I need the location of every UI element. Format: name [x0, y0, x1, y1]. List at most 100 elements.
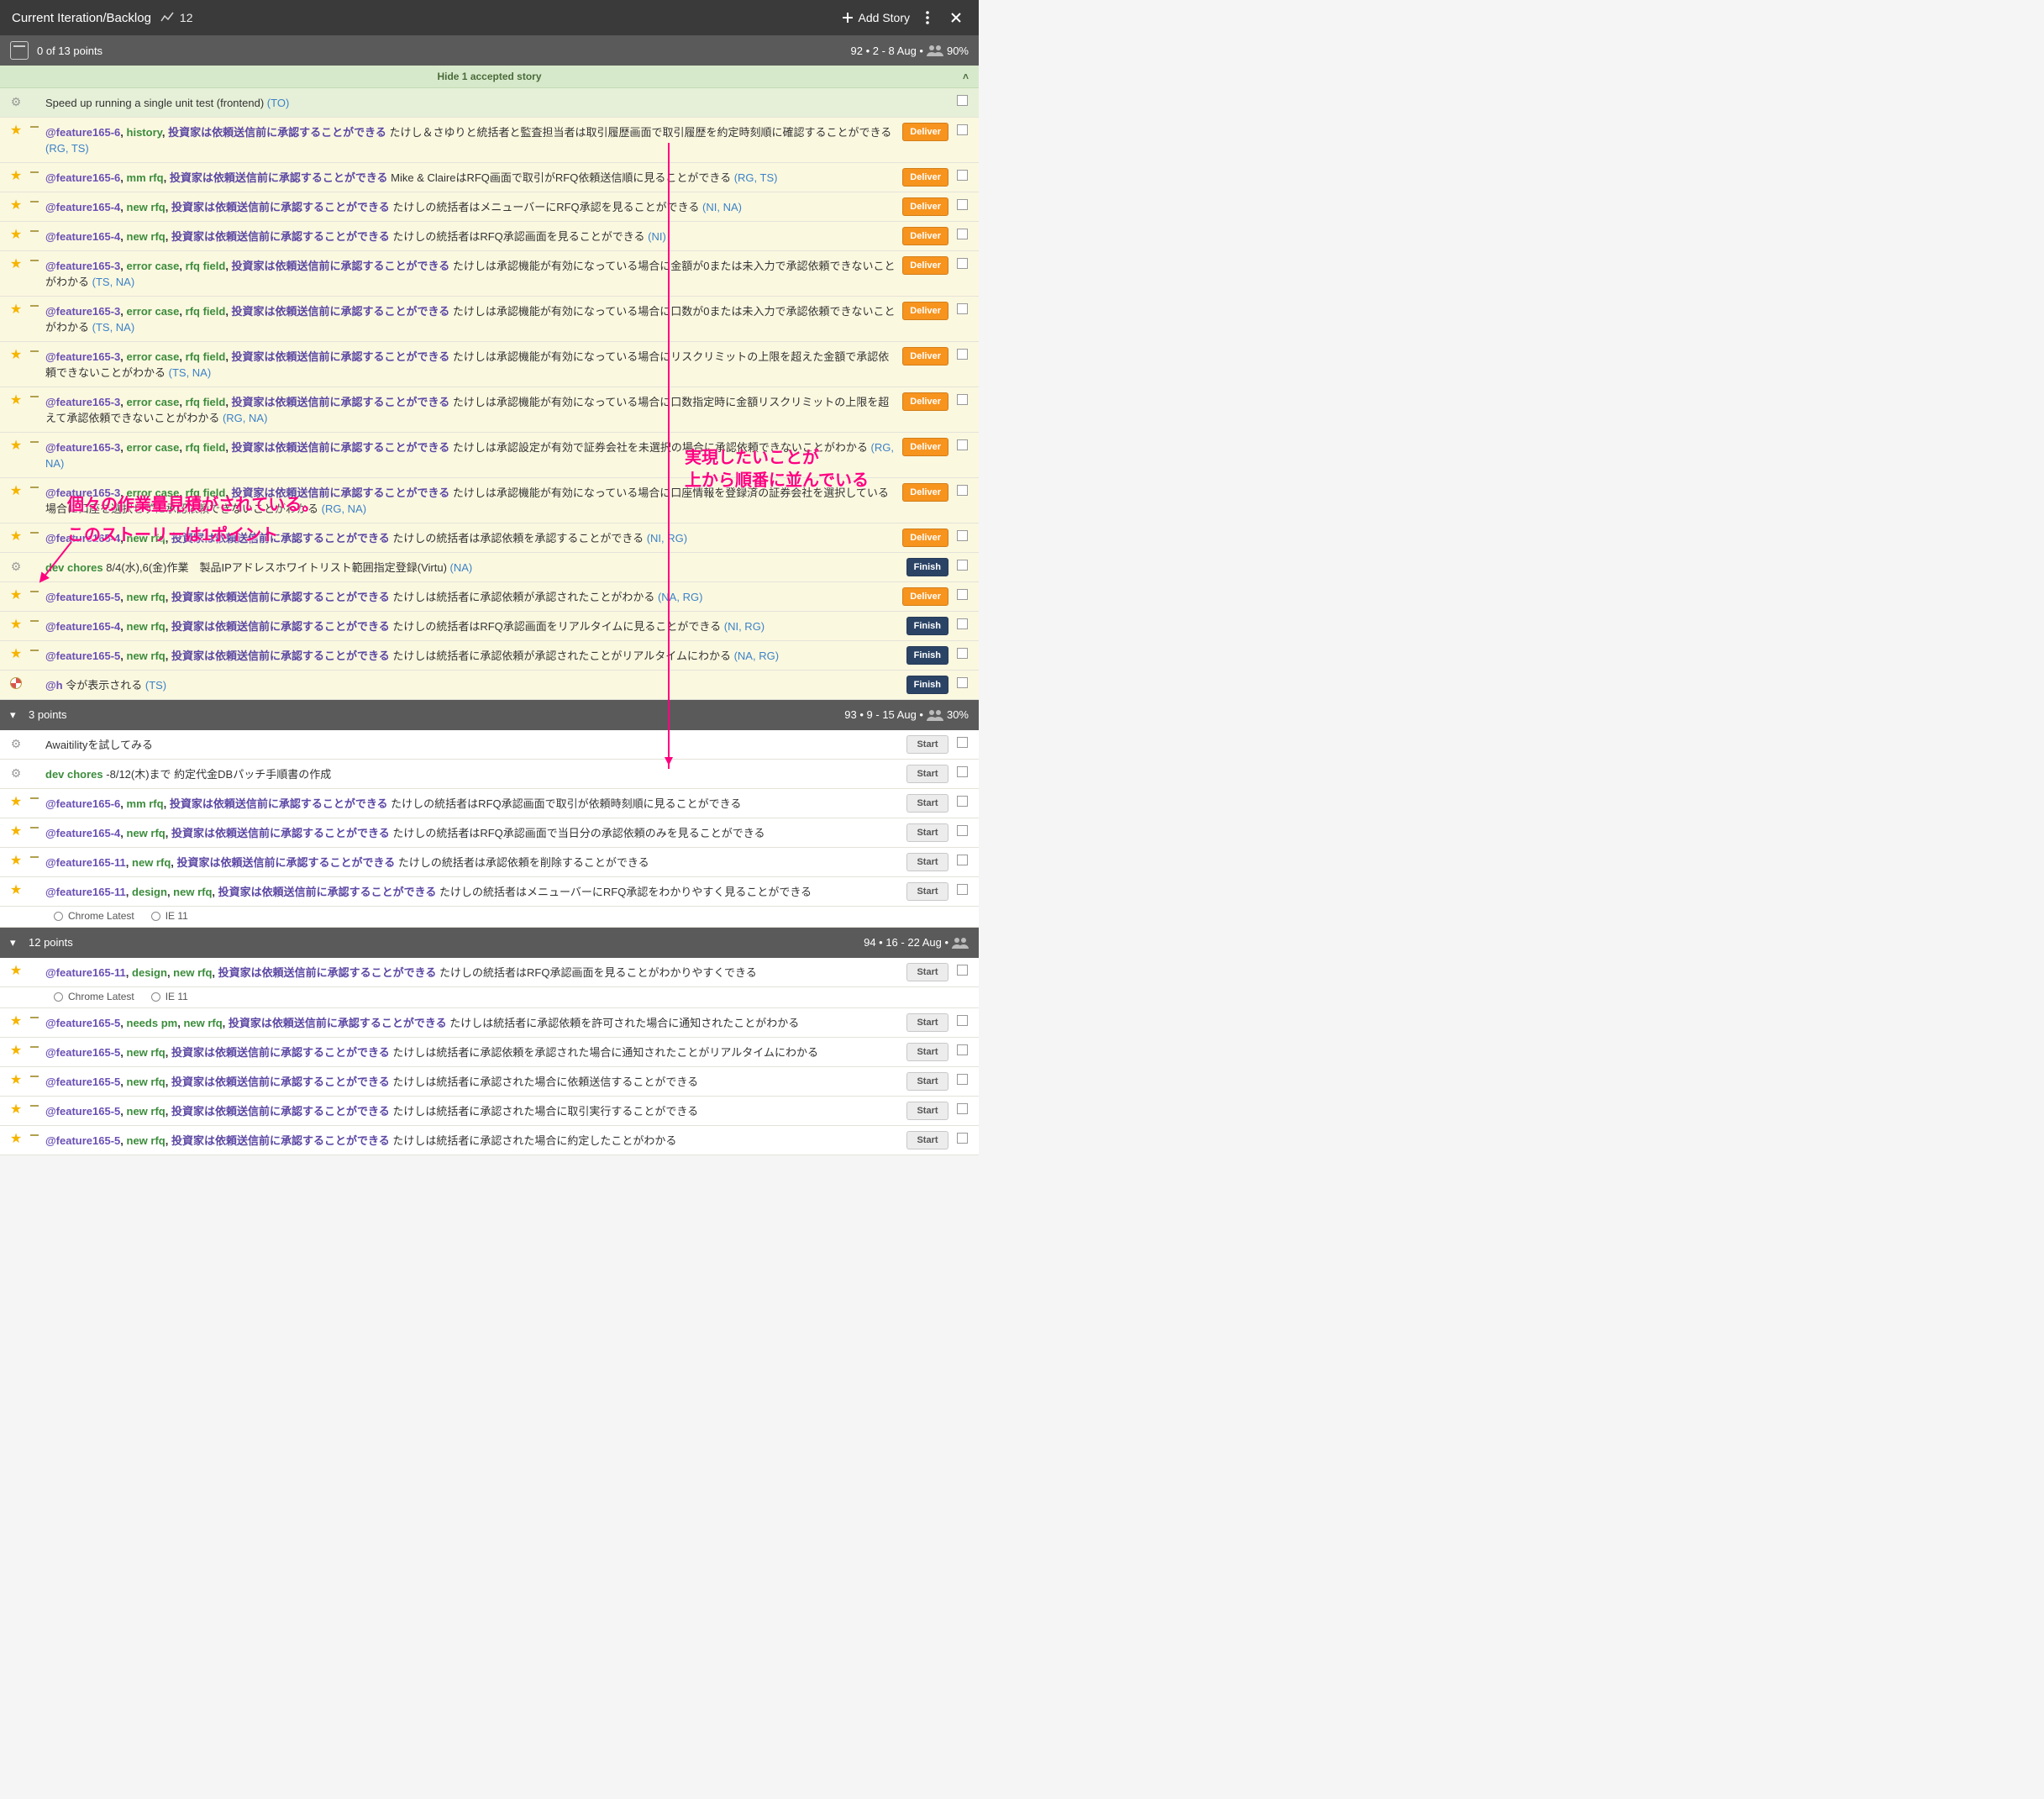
- story-content[interactable]: @feature165-3, error case, rfq field, 投資…: [45, 347, 896, 381]
- story-label[interactable]: new rfq: [173, 886, 212, 898]
- story-owners[interactable]: (TS, NA): [92, 321, 135, 334]
- story-content[interactable]: @feature165-3, error case, rfq field, 投資…: [45, 302, 896, 336]
- story-label[interactable]: ,: [120, 797, 126, 810]
- story-label[interactable]: ,: [120, 591, 126, 603]
- story-label[interactable]: ,: [225, 350, 231, 363]
- story-owners[interactable]: (NA): [450, 561, 473, 574]
- story-state-button[interactable]: Finish: [906, 646, 948, 665]
- iteration-header[interactable]: 0 of 13 points92 • 2 - 8 Aug • 90%: [0, 35, 979, 66]
- story-label[interactable]: new rfq: [127, 591, 166, 603]
- story-content[interactable]: @feature165-5, new rfq, 投資家は依頼送信前に承認すること…: [45, 1102, 896, 1120]
- panel-close-button[interactable]: [945, 7, 967, 29]
- story-label[interactable]: new rfq: [127, 201, 166, 213]
- story-row[interactable]: ★@feature165-4, new rfq, 投資家は依頼送信前に承認するこ…: [0, 222, 979, 251]
- story-label[interactable]: ,: [212, 886, 218, 898]
- story-label[interactable]: ,: [179, 487, 185, 499]
- story-owners[interactable]: (TS): [145, 679, 166, 692]
- story-state-button[interactable]: Start: [906, 1043, 948, 1061]
- story-label[interactable]: ,: [225, 487, 231, 499]
- hide-accepted-banner[interactable]: Hide 1 accepted story˄: [0, 66, 979, 88]
- story-label[interactable]: new rfq: [127, 827, 166, 839]
- story-row[interactable]: ★@feature165-6, mm rfq, 投資家は依頼送信前に承認すること…: [0, 163, 979, 192]
- story-label[interactable]: ,: [166, 201, 171, 213]
- story-label[interactable]: error case: [127, 260, 180, 272]
- story-row[interactable]: ★@feature165-4, new rfq, 投資家は依頼送信前に承認するこ…: [0, 523, 979, 553]
- story-select-checkbox[interactable]: [957, 965, 968, 976]
- story-content[interactable]: @feature165-11, new rfq, 投資家は依頼送信前に承認するこ…: [45, 853, 896, 871]
- story-select-checkbox[interactable]: [957, 855, 968, 865]
- story-label[interactable]: ,: [120, 1046, 126, 1059]
- story-select-checkbox[interactable]: [957, 394, 968, 405]
- story-label[interactable]: ,: [164, 797, 170, 810]
- story-label[interactable]: @feature165-3: [45, 305, 120, 318]
- story-content[interactable]: @feature165-5, new rfq, 投資家は依頼送信前に承認すること…: [45, 646, 896, 665]
- story-select-checkbox[interactable]: [957, 349, 968, 360]
- story-label[interactable]: @feature165-6: [45, 797, 120, 810]
- story-state-button[interactable]: Start: [906, 882, 948, 901]
- story-label[interactable]: rfq field: [186, 305, 226, 318]
- story-label[interactable]: 投資家は依頼送信前に承認することができる: [171, 201, 390, 213]
- story-label[interactable]: 投資家は依頼送信前に承認することができる: [170, 797, 388, 810]
- story-label[interactable]: dev chores: [45, 561, 103, 574]
- story-label[interactable]: ,: [166, 1076, 171, 1088]
- story-row[interactable]: ★@feature165-5, new rfq, 投資家は依頼送信前に承認するこ…: [0, 582, 979, 612]
- story-select-checkbox[interactable]: [957, 439, 968, 450]
- story-state-button[interactable]: Start: [906, 963, 948, 981]
- story-label[interactable]: ,: [120, 171, 126, 184]
- story-select-checkbox[interactable]: [957, 1044, 968, 1055]
- story-row[interactable]: ★@feature165-5, new rfq, 投資家は依頼送信前に承認するこ…: [0, 1038, 979, 1067]
- story-label[interactable]: @feature165-5: [45, 1046, 120, 1059]
- story-label[interactable]: 投資家は依頼送信前に承認することができる: [229, 1017, 447, 1029]
- story-row[interactable]: @h 令が表示される (TS)Finish: [0, 671, 979, 700]
- story-content[interactable]: @feature165-5, new rfq, 投資家は依頼送信前に承認すること…: [45, 587, 896, 606]
- story-row[interactable]: ⚙dev chores -8/12(木)まで 約定代金DBパッチ手順書の作成St…: [0, 760, 979, 789]
- story-content[interactable]: @feature165-5, needs pm, new rfq, 投資家は依頼…: [45, 1013, 896, 1032]
- story-label[interactable]: 投資家は依頼送信前に承認することができる: [171, 1046, 390, 1059]
- story-owners[interactable]: (RG, TS): [45, 142, 89, 155]
- story-content[interactable]: @feature165-6, history, 投資家は依頼送信前に承認すること…: [45, 123, 896, 157]
- story-select-checkbox[interactable]: [957, 737, 968, 748]
- story-content[interactable]: @feature165-4, new rfq, 投資家は依頼送信前に承認すること…: [45, 227, 896, 245]
- story-select-checkbox[interactable]: [957, 124, 968, 135]
- task-item[interactable]: IE 11: [151, 991, 188, 1002]
- story-label[interactable]: ,: [164, 171, 170, 184]
- story-label[interactable]: ,: [179, 305, 185, 318]
- story-label[interactable]: 投資家は依頼送信前に承認することができる: [177, 856, 396, 869]
- story-row[interactable]: ★@feature165-3, error case, rfq field, 投…: [0, 251, 979, 297]
- story-row[interactable]: ★@feature165-3, error case, rfq field, 投…: [0, 433, 979, 478]
- story-label[interactable]: ,: [120, 827, 126, 839]
- story-content[interactable]: @feature165-11, design, new rfq, 投資家は依頼送…: [45, 963, 896, 981]
- story-label[interactable]: 投資家は依頼送信前に承認することができる: [232, 441, 450, 454]
- story-label[interactable]: mm rfq: [127, 797, 164, 810]
- story-select-checkbox[interactable]: [957, 530, 968, 541]
- story-label[interactable]: rfq field: [186, 396, 226, 408]
- story-select-checkbox[interactable]: [957, 199, 968, 210]
- story-label[interactable]: @feature165-11: [45, 966, 126, 979]
- story-owners[interactable]: (RG, TS): [734, 171, 778, 184]
- story-row[interactable]: ⚙Awaitilityを試してみるStart: [0, 730, 979, 760]
- task-item[interactable]: Chrome Latest: [54, 910, 134, 922]
- story-row[interactable]: ⚙dev chores 8/4(水),6(金)作業 製品IPアドレスホワイトリス…: [0, 553, 979, 582]
- story-owners[interactable]: (NA, RG): [734, 650, 779, 662]
- story-select-checkbox[interactable]: [957, 229, 968, 239]
- story-state-button[interactable]: Deliver: [902, 168, 948, 187]
- story-state-button[interactable]: Deliver: [902, 256, 948, 275]
- story-label[interactable]: new rfq: [127, 620, 166, 633]
- collapse-toggle-icon[interactable]: ▾: [10, 936, 22, 949]
- story-label[interactable]: @feature165-11: [45, 856, 126, 869]
- story-content[interactable]: @feature165-3, error case, rfq field, 投資…: [45, 256, 896, 291]
- story-label[interactable]: ,: [120, 201, 126, 213]
- story-label[interactable]: @feature165-3: [45, 260, 120, 272]
- story-row[interactable]: ★@feature165-5, new rfq, 投資家は依頼送信前に承認するこ…: [0, 641, 979, 671]
- story-select-checkbox[interactable]: [957, 589, 968, 600]
- story-label[interactable]: 投資家は依頼送信前に承認することができる: [218, 886, 437, 898]
- story-label[interactable]: ,: [166, 591, 171, 603]
- story-label[interactable]: @feature165-4: [45, 201, 120, 213]
- story-label[interactable]: @feature165-5: [45, 650, 120, 662]
- story-label[interactable]: ,: [120, 1134, 126, 1147]
- story-label[interactable]: ,: [126, 856, 132, 869]
- story-row[interactable]: ⚙Speed up running a single unit test (fr…: [0, 88, 979, 118]
- story-state-button[interactable]: Deliver: [902, 587, 948, 606]
- story-select-checkbox[interactable]: [957, 258, 968, 269]
- story-label[interactable]: ,: [120, 230, 126, 243]
